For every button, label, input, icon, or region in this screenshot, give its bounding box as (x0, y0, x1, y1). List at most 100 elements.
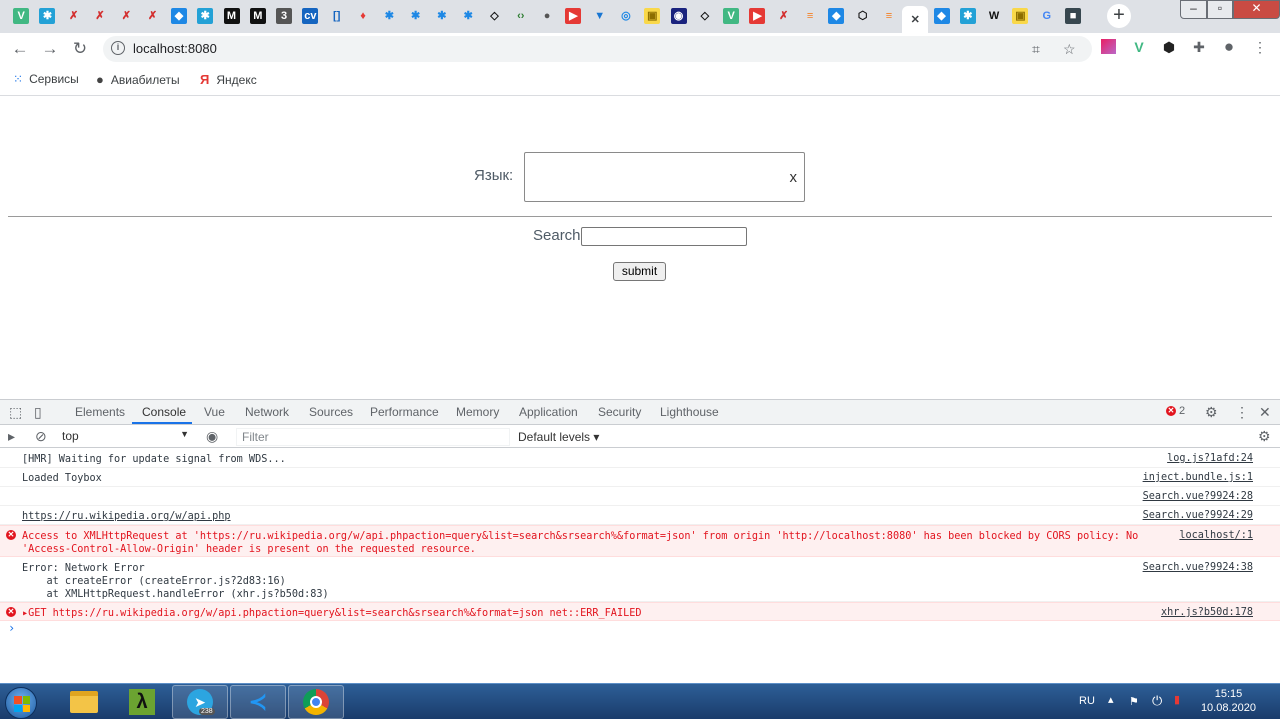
start-button[interactable] (5, 687, 37, 719)
eye-icon[interactable]: ◉ (206, 428, 218, 445)
back-button[interactable]: ← (9, 38, 31, 60)
action-center-flag-icon[interactable]: ⚑ (1129, 695, 1139, 708)
profile-icon[interactable]: ● (1220, 38, 1238, 56)
browser-tab[interactable]: ▼ (587, 6, 613, 26)
sidebar-toggle-icon[interactable]: ▸ (8, 428, 15, 445)
message-source-link[interactable]: log.js?1afd:24 (1167, 453, 1253, 464)
browser-tab[interactable]: ▣ (639, 6, 665, 26)
power-icon[interactable]: ⏻ (1152, 693, 1162, 709)
bookmark-avia[interactable]: ● Авиабилеты (96, 72, 180, 87)
browser-tab[interactable]: ≡ (876, 6, 902, 26)
taskbar-explorer[interactable] (56, 685, 112, 719)
devtools-tab-security[interactable]: Security (598, 405, 641, 419)
browser-tab[interactable]: G (1034, 6, 1060, 26)
devtools-tab-lighthouse[interactable]: Lighthouse (660, 405, 719, 419)
browser-tab[interactable]: ◆ (166, 6, 192, 26)
network-warning-icon[interactable]: ▮ (1174, 693, 1180, 706)
browser-tab[interactable]: ▶ (744, 6, 770, 26)
browser-tab[interactable]: ◎ (613, 6, 639, 26)
browser-tab[interactable]: ■ (1060, 6, 1086, 26)
message-source-link[interactable]: Search.vue?9924:28 (1143, 491, 1253, 502)
browser-tab[interactable]: ✗ (61, 6, 87, 26)
browser-tab[interactable]: ▣ (1007, 6, 1033, 26)
console-settings-icon[interactable]: ⚙ (1258, 428, 1271, 445)
bookmark-services[interactable]: ⁙ Сервисы (13, 72, 79, 86)
browser-tab[interactable]: W (981, 6, 1007, 26)
browser-tab[interactable]: cv (297, 6, 323, 26)
taskbar-vscode[interactable]: ≺ (230, 685, 286, 719)
taskbar-telegram[interactable]: ➤ 238 (172, 685, 228, 719)
puzzle-icon[interactable]: ✚ (1190, 38, 1208, 56)
browser-tab[interactable]: V (8, 6, 34, 26)
browser-tab[interactable]: V (718, 6, 744, 26)
browser-tab[interactable]: ◇ (481, 6, 507, 26)
language-select[interactable]: x (524, 152, 805, 202)
browser-tab[interactable]: ✱ (376, 6, 402, 26)
clear-language-button[interactable]: x (790, 169, 798, 186)
message-source-link[interactable]: inject.bundle.js:1 (1143, 472, 1253, 483)
tray-expand-icon[interactable]: ▴ (1108, 693, 1114, 706)
vue-devtools-icon[interactable]: V (1130, 38, 1148, 56)
site-info-icon[interactable]: i (111, 41, 125, 55)
browser-tab[interactable]: ✱ (192, 6, 218, 26)
forward-button[interactable]: → (39, 38, 61, 60)
browser-tab[interactable]: M (218, 6, 244, 26)
browser-tab[interactable]: ✱ (402, 6, 428, 26)
more-options-icon[interactable]: ⋮ (1235, 404, 1249, 421)
device-toggle-icon[interactable]: ▯ (34, 404, 42, 421)
browser-tab[interactable]: ♦ (350, 6, 376, 26)
message-source-link[interactable]: Search.vue?9924:29 (1143, 510, 1253, 521)
devtools-tab-network[interactable]: Network (245, 405, 289, 419)
devtools-tab-performance[interactable]: Performance (370, 405, 439, 419)
browser-tab[interactable]: ≡ (797, 6, 823, 26)
browser-tab[interactable]: ◆ (823, 6, 849, 26)
devtools-tab-console[interactable]: Console (142, 405, 186, 419)
browser-tab[interactable]: ◇ (692, 6, 718, 26)
log-levels-dropdown[interactable]: Default levels ▾ (518, 430, 599, 444)
inspect-element-icon[interactable]: ⬚ (9, 404, 22, 421)
browser-tab[interactable]: ▶ (560, 6, 586, 26)
browser-tab[interactable]: ✗ (771, 6, 797, 26)
input-language[interactable]: RU (1079, 695, 1095, 707)
browser-tab[interactable]: ⬡ (850, 6, 876, 26)
browser-tab[interactable]: ✗ (113, 6, 139, 26)
message-source-link[interactable]: Search.vue?9924:38 (1143, 562, 1253, 573)
browser-tab[interactable]: ✱ (455, 6, 481, 26)
devtools-tab-elements[interactable]: Elements (75, 405, 125, 419)
browser-tab[interactable]: ✱ (429, 6, 455, 26)
taskbar-lambda[interactable]: λ (114, 685, 170, 719)
taskbar-chrome[interactable] (288, 685, 344, 719)
extension-gradient-icon[interactable] (1101, 39, 1116, 54)
message-source-link[interactable]: xhr.js?b50d:178 (1161, 607, 1253, 618)
devtools-tab-sources[interactable]: Sources (309, 405, 353, 419)
message-url-link[interactable]: https://ru.wikipedia.org/w/api.php (22, 510, 231, 523)
system-clock[interactable]: 15:15 10.08.2020 (1201, 687, 1256, 715)
settings-gear-icon[interactable]: ⚙ (1205, 404, 1218, 421)
browser-tab[interactable]: ● (534, 6, 560, 26)
address-bar[interactable]: i localhost:8080 ⌗ ☆ (103, 36, 1092, 62)
browser-tab[interactable]: ✕ (902, 6, 929, 33)
submit-button[interactable]: submit (613, 262, 666, 281)
bookmark-star-icon[interactable]: ☆ (1063, 41, 1076, 58)
devtools-tab-vue[interactable]: Vue (204, 405, 225, 419)
search-input[interactable] (581, 227, 747, 246)
hexagon-extension-icon[interactable]: ⬢ (1160, 38, 1178, 56)
devtools-tab-memory[interactable]: Memory (456, 405, 499, 419)
context-select[interactable]: top ▼ (62, 429, 192, 445)
bookmark-yandex[interactable]: Я Яндекс (200, 72, 257, 87)
browser-tab[interactable]: M (245, 6, 271, 26)
browser-tab[interactable]: ◆ (928, 6, 954, 26)
devtools-tab-application[interactable]: Application (519, 405, 578, 419)
browser-tab[interactable]: ◉ (665, 6, 691, 26)
new-tab-button[interactable]: + (1107, 4, 1131, 28)
close-window-button[interactable]: ✕ (1233, 0, 1280, 19)
error-counter[interactable]: ✕ 2 (1166, 405, 1185, 417)
reload-button[interactable]: ↻ (69, 38, 91, 60)
translate-icon[interactable]: ⌗ (1032, 41, 1040, 58)
clear-console-icon[interactable]: ⊘ (35, 428, 47, 445)
close-devtools-icon[interactable]: ✕ (1259, 404, 1271, 421)
filter-input[interactable]: Filter (236, 428, 510, 446)
browser-tab[interactable]: [] (324, 6, 350, 26)
browser-tab[interactable]: 3 (271, 6, 297, 26)
browser-tab[interactable]: ✗ (139, 6, 165, 26)
